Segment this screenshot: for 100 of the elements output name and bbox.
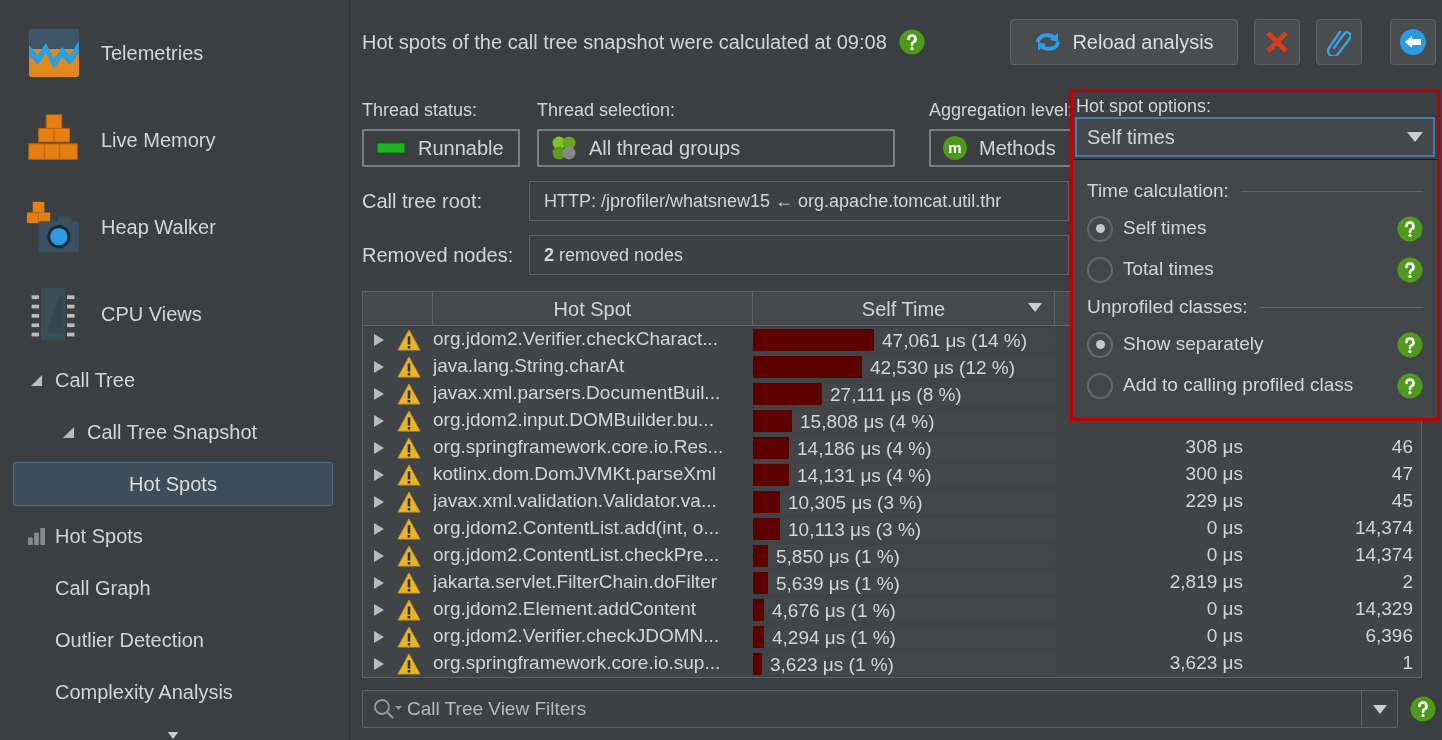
thread-groups-icon [551,135,577,161]
table-cell-text: 14,131 μs (4 %) [797,463,932,488]
warning-icon [397,625,421,648]
table-cell-text: 14,374 [1354,516,1413,541]
field-label: Hot spot options: [1076,95,1213,117]
table-cell-text: org.springframework.core.io.sup... [433,651,722,676]
expand-icon[interactable] [373,359,385,374]
help-icon[interactable] [1397,256,1423,283]
tree-item[interactable]: Call Tree Snapshot [87,417,258,447]
removed-nodes-field[interactable]: 2 removed nodes [529,235,1069,275]
help-icon[interactable] [1397,215,1423,242]
field-label: Removed nodes: [362,243,515,268]
scroll-down-icon[interactable] [166,732,180,739]
call-tree-root-field[interactable]: HTTP: /jprofiler/whatsnew15 ← org.apache.tomcat.util.thr [529,181,1069,221]
help-icon[interactable] [898,29,925,55]
section-title: Unprofiled classes: [1087,294,1248,319]
table-cell-text: 14,374 [1354,543,1413,568]
thread-status-dropdown[interactable]: Runnable [362,129,520,167]
expanded-icon[interactable] [62,425,75,439]
dropdown-caret-icon[interactable] [1372,704,1387,714]
expand-icon[interactable] [373,656,385,671]
help-icon[interactable] [1397,331,1423,358]
table-cell-text: 27,111 μs (8 %) [830,382,962,407]
table-cell-text: javax.xml.validation.Validator.va... [433,489,718,514]
table-cell-text: 0 μs [1206,516,1243,541]
table-cell-text: 2,819 μs [1169,570,1243,595]
expand-icon[interactable] [373,575,385,590]
sidebar-view-link[interactable]: Telemetries [101,38,204,68]
thread-selection-dropdown[interactable]: All thread groups [537,129,895,167]
radio-button[interactable] [1087,215,1113,242]
table-cell-text: 46 [1391,435,1413,460]
expand-icon[interactable] [373,467,385,482]
expanded-icon[interactable] [30,373,43,387]
search-icon[interactable] [373,698,403,720]
column-header[interactable]: Hot Spot [433,292,753,325]
table-cell-text: 2 [1402,570,1413,595]
tree-item[interactable]: Outlier Detection [55,625,204,655]
table-cell-text: 0 μs [1206,624,1243,649]
expand-icon[interactable] [373,602,385,617]
attach-button[interactable] [1316,19,1362,65]
expand-icon[interactable] [373,521,385,536]
status-message: Hot spots of the call tree snapshot were calculated at 09:08 [362,30,887,55]
warning-icon [397,382,421,405]
paperclip-icon [1327,28,1351,56]
tree-item[interactable]: Call Graph [55,573,151,603]
radio-option[interactable]: Show separately [1087,324,1423,365]
tree-item[interactable]: Hot Spots [55,521,143,551]
help-icon[interactable] [1397,372,1423,399]
expand-icon[interactable] [373,629,385,644]
option-label: Self times [1123,216,1208,241]
warning-icon [397,436,421,459]
table-cell-text: 45 [1391,489,1413,514]
table-cell-text: 0 μs [1206,597,1243,622]
radio-button[interactable] [1087,256,1113,283]
reload-button[interactable]: Reload analysis [1010,19,1238,65]
expand-icon[interactable] [373,413,385,428]
tree-item[interactable]: Call Tree [55,365,136,395]
warning-icon [397,598,421,621]
radio-button[interactable] [1087,372,1113,399]
table-cell-text: 1 [1402,651,1413,676]
table-cell-text: org.jdom2.input.DOMBuilder.bu... [433,408,715,433]
expand-icon[interactable] [373,494,385,509]
table-cell-text: org.jdom2.Verifier.checkCharact... [433,327,720,352]
expand-icon[interactable] [373,548,385,563]
radio-option[interactable]: Self times [1087,208,1423,249]
radio-option[interactable]: Total times [1087,249,1423,290]
field-label: Thread selection: [537,99,677,121]
radio-button[interactable] [1087,331,1113,358]
table-cell-text: 5,639 μs (1 %) [776,571,900,596]
field-label: Aggregation level: [929,99,1075,121]
table-cell-text: 15,808 μs (4 %) [800,409,935,434]
help-icon[interactable] [1410,696,1436,722]
radio-option[interactable]: Add to calling profiled class [1087,365,1423,406]
hot-spot-options-dropdown[interactable]: Self times [1075,117,1435,157]
table-cell-text: org.jdom2.Verifier.checkJDOMN... [433,624,721,649]
table-cell-text: 229 μs [1185,489,1243,514]
tree-item[interactable]: Hot Spots [13,462,333,506]
tree-item[interactable]: Complexity Analysis [55,677,233,707]
method-icon: m [943,136,967,160]
table-cell-text: 300 μs [1185,462,1243,487]
table-cell-text: 47,061 μs (14 %) [882,328,1028,353]
expand-icon[interactable] [373,440,385,455]
table-cell-text: jakarta.servlet.FilterChain.doFilter [433,570,719,595]
table-cell-text: 42,530 μs (12 %) [870,355,1016,380]
sidebar-view-link[interactable]: CPU Views [101,299,202,329]
back-button[interactable] [1390,19,1436,65]
table-cell-text: 14,186 μs (4 %) [797,436,932,461]
expand-icon[interactable] [373,386,385,401]
expand-icon[interactable] [373,332,385,347]
warning-icon [397,355,421,378]
column-header[interactable]: Self Time [753,292,1055,325]
close-icon [1265,30,1289,54]
warning-icon [397,652,421,675]
warning-icon [397,517,421,540]
dropdown-caret-icon [1407,132,1423,142]
sidebar-view-link[interactable]: Heap Walker [101,212,216,242]
sort-descending-icon[interactable] [1028,303,1042,312]
option-label: Add to calling profiled class [1123,373,1355,398]
table-cell-text: 14,329 [1354,597,1413,622]
sidebar-view-link[interactable]: Live Memory [101,125,216,155]
